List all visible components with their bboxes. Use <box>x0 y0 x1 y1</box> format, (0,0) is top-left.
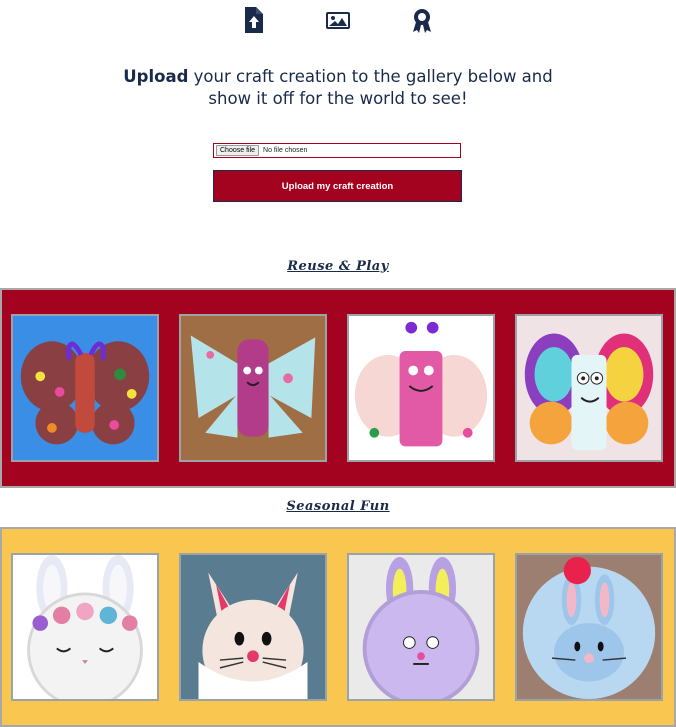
intro-line2: show it off for the world to see! <box>208 89 468 108</box>
file-input[interactable]: Choose file No file chosen <box>213 143 461 158</box>
section-title-seasonal: Seasonal Fun <box>286 499 390 514</box>
image-icon[interactable] <box>325 6 351 34</box>
choose-file-button[interactable]: Choose file <box>216 145 260 156</box>
gallery-item-bunny-4[interactable] <box>515 553 663 701</box>
icon-bar <box>0 6 676 36</box>
gallery-item-butterfly-4[interactable] <box>515 314 663 462</box>
gallery-item-butterfly-1[interactable] <box>11 314 159 462</box>
intro-text: Upload your craft creation to the galler… <box>0 66 676 110</box>
file-upload-icon[interactable] <box>242 6 266 34</box>
section-title-reuse: Reuse & Play <box>287 259 389 274</box>
award-icon[interactable] <box>410 6 434 34</box>
gallery-item-bunny-2[interactable] <box>179 553 327 701</box>
gallery-item-bunny-3[interactable] <box>347 553 495 701</box>
file-status: No file chosen <box>263 147 308 154</box>
gallery-band-seasonal <box>0 527 676 727</box>
gallery-item-butterfly-3[interactable] <box>347 314 495 462</box>
gallery-item-bunny-1[interactable] <box>11 553 159 701</box>
upload-button[interactable]: Upload my craft creation <box>213 170 462 202</box>
gallery-band-reuse <box>0 288 676 488</box>
gallery-item-butterfly-2[interactable] <box>179 314 327 462</box>
intro-line1: your craft creation to the gallery below… <box>188 67 553 86</box>
intro-bold: Upload <box>123 67 189 86</box>
